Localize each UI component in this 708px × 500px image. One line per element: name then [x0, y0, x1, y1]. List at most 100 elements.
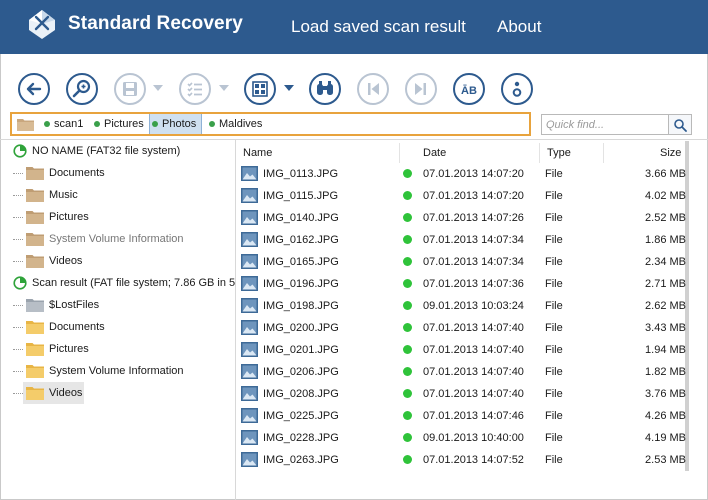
checklist-icon	[187, 82, 202, 97]
file-type: File	[545, 454, 563, 466]
tree-root-label: NO NAME (FAT32 file system)	[32, 145, 181, 157]
tree-item-pictures[interactable]: Pictures	[0, 338, 235, 360]
file-name: IMG_0206.JPG	[263, 366, 339, 378]
file-name: IMG_0263.JPG	[263, 454, 339, 466]
previous-icon	[368, 83, 379, 95]
breadcrumb-item-scan1[interactable]: scan1	[42, 114, 88, 134]
folder-tree: NO NAME (FAT32 file system) Documents Mu…	[0, 140, 235, 500]
tree-item-videos[interactable]: Videos	[0, 250, 235, 272]
save-button[interactable]	[114, 73, 146, 105]
column-header-name[interactable]: Name	[243, 141, 272, 165]
back-button[interactable]	[18, 73, 50, 105]
folder-icon	[26, 343, 44, 356]
table-row[interactable]: IMG_0208.JPG 07.01.2013 14:07:40 File 3.…	[236, 383, 688, 405]
file-date: 07.01.2013 14:07:40	[423, 366, 524, 378]
previous-button[interactable]	[357, 73, 389, 105]
table-row[interactable]: IMG_0162.JPG 07.01.2013 14:07:34 File 1.…	[236, 229, 688, 251]
recovery-status-dot	[403, 345, 412, 354]
text-compare-button[interactable]: ĀB	[453, 73, 485, 105]
tree-item-documents[interactable]: Documents	[0, 316, 235, 338]
table-row[interactable]: IMG_0165.JPG 07.01.2013 14:07:34 File 2.…	[236, 251, 688, 273]
file-size: 1.94 MB	[645, 344, 686, 356]
table-row[interactable]: IMG_0200.JPG 07.01.2013 14:07:40 File 3.…	[236, 317, 688, 339]
folder-icon	[26, 233, 44, 246]
file-date: 07.01.2013 14:07:36	[423, 278, 524, 290]
status-dot	[94, 121, 100, 127]
column-header-type[interactable]: Type	[547, 141, 571, 165]
file-type: File	[545, 410, 563, 422]
file-size: 2.62 MB	[645, 300, 686, 312]
tree-item-system-volume-information[interactable]: System Volume Information	[0, 228, 235, 250]
table-row[interactable]: IMG_0196.JPG 07.01.2013 14:07:36 File 2.…	[236, 273, 688, 295]
tree-item-lostfiles[interactable]: $LostFiles	[0, 294, 235, 316]
file-size: 4.26 MB	[645, 410, 686, 422]
file-name: IMG_0225.JPG	[263, 410, 339, 422]
table-row[interactable]: IMG_0198.JPG 09.01.2013 10:03:24 File 2.…	[236, 295, 688, 317]
file-type: File	[545, 388, 563, 400]
back-icon	[26, 82, 42, 96]
load-saved-scan-link[interactable]: Load saved scan result	[291, 17, 466, 37]
table-row[interactable]: IMG_0140.JPG 07.01.2013 14:07:26 File 2.…	[236, 207, 688, 229]
folder-icon	[26, 365, 44, 378]
recovery-status-dot	[403, 191, 412, 200]
file-date: 07.01.2013 14:07:20	[423, 190, 524, 202]
file-name: IMG_0140.JPG	[263, 212, 339, 224]
save-menu-arrow[interactable]	[153, 85, 163, 91]
column-header-date[interactable]: Date	[423, 141, 446, 165]
info-button[interactable]	[501, 73, 533, 105]
text-compare-icon: ĀB	[461, 85, 477, 97]
file-date: 07.01.2013 14:07:34	[423, 256, 524, 268]
search-button[interactable]	[668, 114, 692, 135]
breadcrumb-item-photos[interactable]: Photos	[149, 114, 203, 134]
table-row[interactable]: IMG_0263.JPG 07.01.2013 14:07:52 File 2.…	[236, 449, 688, 471]
file-size: 3.43 MB	[645, 322, 686, 334]
folder-icon	[26, 387, 44, 400]
file-size: 4.02 MB	[645, 190, 686, 202]
table-row[interactable]: IMG_0225.JPG 07.01.2013 14:07:46 File 4.…	[236, 405, 688, 427]
image-file-icon	[241, 364, 258, 379]
file-size: 2.71 MB	[645, 278, 686, 290]
table-row[interactable]: IMG_0201.JPG 07.01.2013 14:07:40 File 1.…	[236, 339, 688, 361]
tree-item-videos-selected[interactable]: Videos	[0, 382, 235, 404]
search-icon	[674, 119, 687, 132]
checklist-menu-arrow[interactable]	[219, 85, 229, 91]
image-file-icon	[241, 166, 258, 181]
tree-root-scan-result[interactable]: Scan result (FAT file system; 7.86 GB in…	[0, 272, 235, 294]
file-name: IMG_0208.JPG	[263, 388, 339, 400]
table-row[interactable]: IMG_0113.JPG 07.01.2013 14:07:20 File 3.…	[236, 163, 688, 185]
svg-text:ĀB: ĀB	[461, 85, 477, 97]
breadcrumb-item-pictures[interactable]: Pictures	[92, 114, 149, 134]
binoculars-icon	[317, 81, 333, 95]
next-button[interactable]	[405, 73, 437, 105]
tree-item-documents[interactable]: Documents	[0, 162, 235, 184]
view-menu-arrow[interactable]	[284, 85, 294, 91]
file-type: File	[545, 300, 563, 312]
view-icon	[252, 81, 268, 97]
tree-item-system-volume-information[interactable]: System Volume Information	[0, 360, 235, 382]
table-row[interactable]: IMG_0206.JPG 07.01.2013 14:07:40 File 1.…	[236, 361, 688, 383]
quick-find-input[interactable]	[541, 114, 669, 135]
file-name: IMG_0113.JPG	[263, 168, 338, 180]
file-date: 07.01.2013 14:07:40	[423, 322, 524, 334]
image-file-icon	[241, 254, 258, 269]
breadcrumb-item-maldives[interactable]: Maldives	[207, 114, 267, 134]
table-row[interactable]: IMG_0228.JPG 09.01.2013 10:40:00 File 4.…	[236, 427, 688, 449]
file-type: File	[545, 212, 563, 224]
file-name: IMG_0200.JPG	[263, 322, 339, 334]
scan-button[interactable]	[66, 73, 98, 105]
find-button[interactable]	[309, 73, 341, 105]
checklist-button[interactable]	[179, 73, 211, 105]
tree-item-pictures[interactable]: Pictures	[0, 206, 235, 228]
table-row[interactable]: IMG_0115.JPG 07.01.2013 14:07:20 File 4.…	[236, 185, 688, 207]
image-file-icon	[241, 276, 258, 291]
file-date: 09.01.2013 10:03:24	[423, 300, 524, 312]
recovery-status-dot	[403, 389, 412, 398]
file-date: 07.01.2013 14:07:46	[423, 410, 524, 422]
file-name: IMG_0228.JPG	[263, 432, 339, 444]
tree-item-music[interactable]: Music	[0, 184, 235, 206]
file-date: 07.01.2013 14:07:40	[423, 344, 524, 356]
view-button[interactable]	[244, 73, 276, 105]
about-link[interactable]: About	[497, 17, 541, 37]
column-header-size[interactable]: Size	[660, 141, 681, 165]
tree-root-no-name[interactable]: NO NAME (FAT32 file system)	[0, 140, 235, 162]
